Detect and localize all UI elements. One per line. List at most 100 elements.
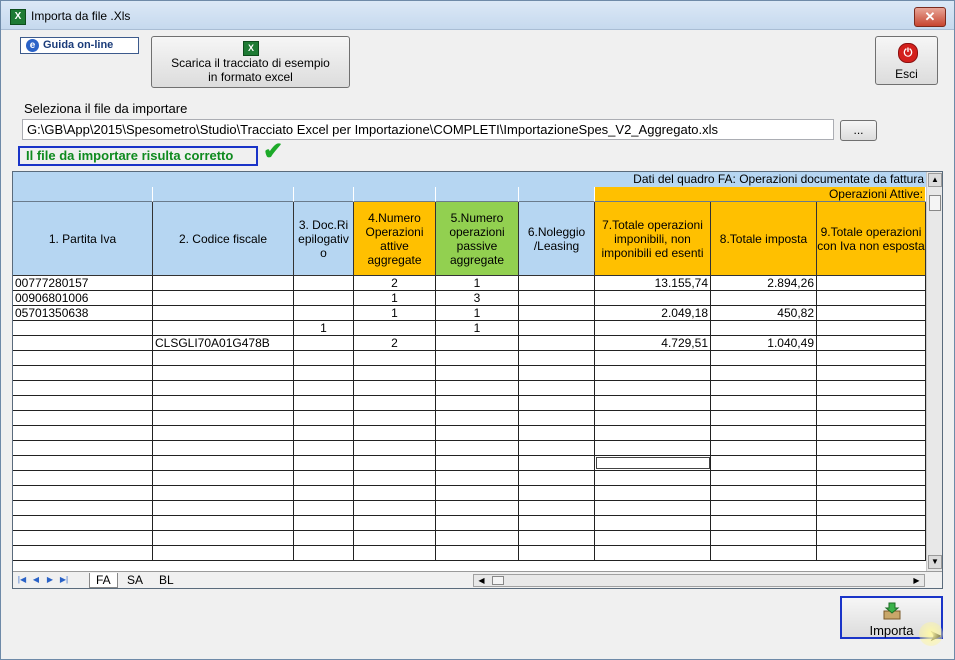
table-cell[interactable] <box>13 486 153 500</box>
table-cell[interactable] <box>817 336 926 350</box>
table-cell[interactable] <box>153 456 294 470</box>
table-cell[interactable] <box>519 396 595 410</box>
table-cell[interactable] <box>595 516 711 530</box>
table-cell[interactable] <box>13 471 153 485</box>
table-row[interactable] <box>13 381 926 396</box>
table-cell[interactable] <box>595 441 711 455</box>
table-row[interactable] <box>13 501 926 516</box>
table-cell[interactable]: 1 <box>436 306 519 320</box>
table-cell[interactable] <box>294 441 354 455</box>
table-cell[interactable] <box>711 456 817 470</box>
table-cell[interactable] <box>294 516 354 530</box>
table-cell[interactable] <box>153 516 294 530</box>
table-cell[interactable] <box>354 396 436 410</box>
column-header[interactable]: 7.Totale operazioni imponibili, non impo… <box>595 202 711 276</box>
table-cell[interactable] <box>817 411 926 425</box>
column-header[interactable]: 3. Doc.Riepilogativo <box>294 202 354 276</box>
table-cell[interactable] <box>436 351 519 365</box>
table-cell[interactable] <box>711 411 817 425</box>
column-header[interactable]: 6.Noleggio /Leasing <box>519 202 595 276</box>
table-cell[interactable] <box>436 486 519 500</box>
table-cell[interactable] <box>153 321 294 335</box>
table-cell[interactable] <box>354 351 436 365</box>
table-cell[interactable] <box>354 366 436 380</box>
table-cell[interactable] <box>153 291 294 305</box>
column-header[interactable]: 4.Numero Operazioni attive aggregate <box>354 202 436 276</box>
table-cell[interactable] <box>595 426 711 440</box>
table-cell[interactable] <box>595 396 711 410</box>
table-cell[interactable] <box>595 381 711 395</box>
table-cell[interactable] <box>519 306 595 320</box>
scroll-left-icon[interactable]: ◀ <box>475 575 488 586</box>
table-cell[interactable] <box>354 411 436 425</box>
table-cell[interactable] <box>294 531 354 545</box>
table-cell[interactable] <box>13 516 153 530</box>
next-sheet-icon[interactable]: ▶ <box>43 574 57 586</box>
guida-online-button[interactable]: e Guida on-line <box>20 37 139 54</box>
table-cell[interactable] <box>294 456 354 470</box>
table-cell[interactable] <box>153 426 294 440</box>
scroll-right-icon[interactable]: ▶ <box>910 575 923 586</box>
table-cell[interactable] <box>711 381 817 395</box>
table-row[interactable] <box>13 486 926 501</box>
table-cell[interactable] <box>436 381 519 395</box>
table-cell[interactable] <box>711 531 817 545</box>
tab-sa[interactable]: SA <box>121 573 149 587</box>
table-cell[interactable] <box>354 486 436 500</box>
table-cell[interactable] <box>711 351 817 365</box>
table-cell[interactable]: 13.155,74 <box>595 276 711 290</box>
table-cell[interactable]: 1 <box>436 321 519 335</box>
table-cell[interactable] <box>817 276 926 290</box>
table-cell[interactable] <box>519 426 595 440</box>
table-cell[interactable] <box>13 321 153 335</box>
table-cell[interactable] <box>817 381 926 395</box>
table-cell[interactable]: 450,82 <box>711 306 817 320</box>
table-row[interactable] <box>13 411 926 426</box>
table-row[interactable] <box>13 426 926 441</box>
table-cell[interactable] <box>354 321 436 335</box>
table-cell[interactable] <box>595 411 711 425</box>
table-cell[interactable] <box>13 531 153 545</box>
table-row[interactable]: CLSGLI70A01G478B 2 4.729,51 1.040,49 <box>13 336 926 351</box>
table-cell[interactable] <box>595 456 711 470</box>
table-cell[interactable] <box>294 396 354 410</box>
column-header[interactable]: 5.Numero operazioni passive aggregate <box>436 202 519 276</box>
table-cell[interactable] <box>817 306 926 320</box>
table-cell[interactable] <box>294 546 354 560</box>
table-cell[interactable] <box>519 546 595 560</box>
table-cell[interactable] <box>354 531 436 545</box>
table-cell[interactable] <box>711 366 817 380</box>
column-header[interactable]: 2. Codice fiscale <box>153 202 294 276</box>
table-cell[interactable] <box>436 516 519 530</box>
table-cell[interactable] <box>153 276 294 290</box>
table-row[interactable]: 00777280157 2 1 13.155,74 2.894,26 <box>13 276 926 291</box>
table-cell[interactable] <box>519 531 595 545</box>
table-cell[interactable]: 2.894,26 <box>711 276 817 290</box>
table-cell[interactable] <box>13 441 153 455</box>
table-cell[interactable] <box>817 531 926 545</box>
table-cell[interactable] <box>354 501 436 515</box>
table-cell[interactable] <box>294 291 354 305</box>
table-cell[interactable] <box>817 441 926 455</box>
table-row[interactable] <box>13 516 926 531</box>
table-cell[interactable] <box>711 516 817 530</box>
table-cell[interactable] <box>817 501 926 515</box>
table-cell[interactable] <box>711 441 817 455</box>
table-cell[interactable] <box>153 471 294 485</box>
table-cell[interactable] <box>354 471 436 485</box>
table-cell[interactable] <box>595 531 711 545</box>
table-cell[interactable] <box>519 366 595 380</box>
table-cell[interactable] <box>711 471 817 485</box>
table-cell[interactable]: 1 <box>294 321 354 335</box>
table-cell[interactable] <box>519 456 595 470</box>
table-cell[interactable] <box>519 276 595 290</box>
table-cell[interactable] <box>294 351 354 365</box>
table-cell[interactable]: 00906801006 <box>13 291 153 305</box>
table-row[interactable] <box>13 396 926 411</box>
table-cell[interactable] <box>817 471 926 485</box>
table-cell[interactable] <box>294 276 354 290</box>
table-cell[interactable] <box>519 291 595 305</box>
table-cell[interactable]: 3 <box>436 291 519 305</box>
file-path-input[interactable]: G:\GB\App\2015\Spesometro\Studio\Traccia… <box>22 119 834 140</box>
table-row[interactable] <box>13 441 926 456</box>
